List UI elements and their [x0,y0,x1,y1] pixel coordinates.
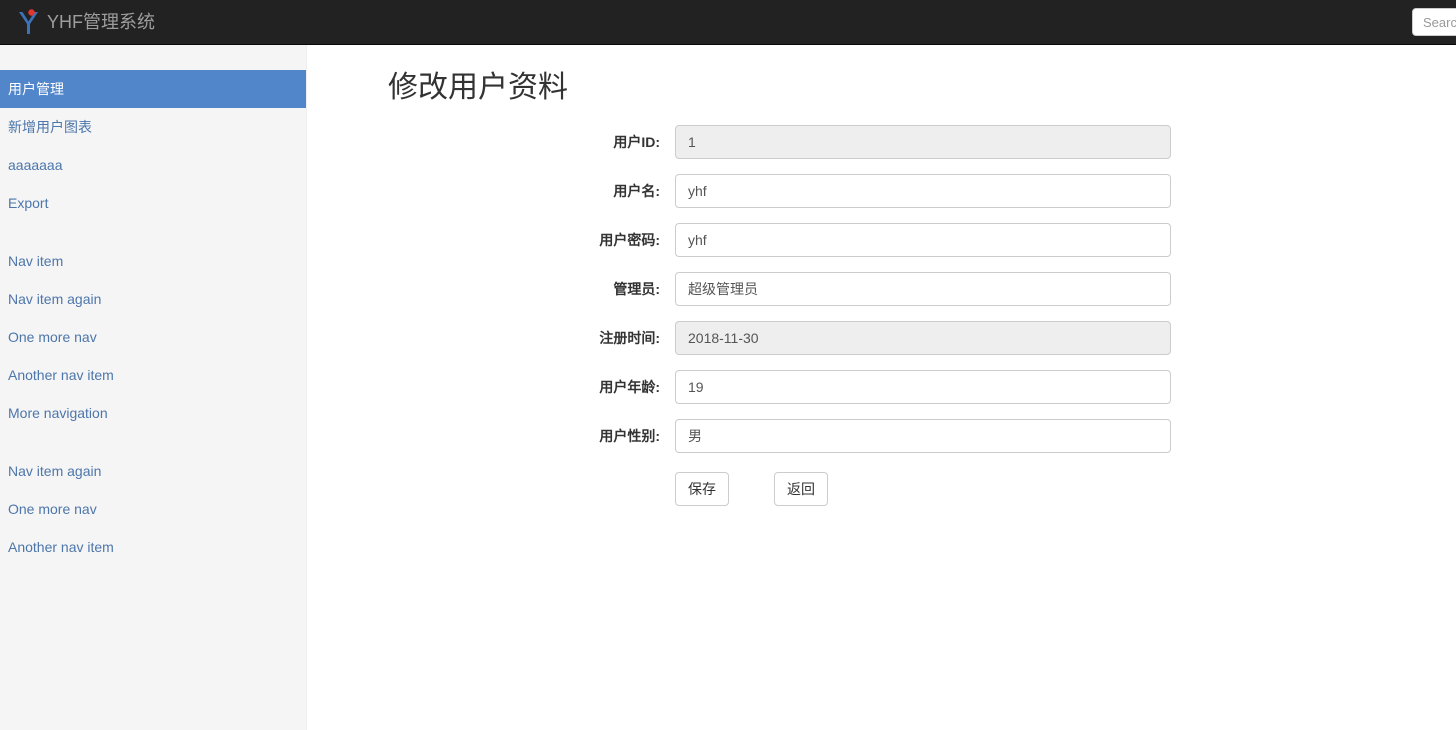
sidebar-item-more-navigation[interactable]: More navigation [0,394,306,432]
sidebar-link[interactable]: More navigation [0,394,306,432]
form-row-user-id: 用户ID: [307,125,1456,159]
input-register-time [675,321,1171,355]
save-button[interactable]: 保存 [675,472,729,506]
label-register-time: 注册时间: [599,330,660,346]
sidebar-item-new-user-chart[interactable]: 新增用户图表 [0,108,306,146]
sidebar-link[interactable]: Nav item [0,242,306,280]
brand-link[interactable]: YHF管理系统 [15,0,155,45]
main-content: 修改用户资料 用户ID: 用户名: 用户密码: 管理员: 注册时间: 用户年龄: [307,45,1456,730]
label-user-password: 用户密码: [599,232,660,248]
sidebar-link[interactable]: Nav item again [0,280,306,318]
page-title: 修改用户资料 [388,71,568,104]
back-button[interactable]: 返回 [774,472,828,506]
sidebar-item-nav-item-again-2[interactable]: Nav item again [0,452,306,490]
sidebar-link[interactable]: aaaaaaa [0,146,306,184]
form-row-user-gender: 用户性别: [307,419,1456,453]
input-user-password[interactable] [675,223,1171,257]
sidebar-item-another-nav-item-2[interactable]: Another nav item [0,528,306,566]
input-user-age[interactable] [675,370,1171,404]
form-actions: 保存 返回 [307,472,1456,506]
form-row-user-role: 管理员: [307,272,1456,306]
sidebar-link[interactable]: Another nav item [0,356,306,394]
y-logo-icon [15,7,41,37]
form-row-user-age: 用户年龄: [307,370,1456,404]
form-row-user-name: 用户名: [307,174,1456,208]
sidebar-link[interactable]: 用户管理 [0,70,306,108]
sidebar-item-one-more-nav[interactable]: One more nav [0,318,306,356]
sidebar-link[interactable]: Export [0,184,306,222]
label-user-age: 用户年龄: [599,379,660,395]
sidebar-item-user-management[interactable]: 用户管理 [0,70,306,108]
form-row-register-time: 注册时间: [307,321,1456,355]
input-user-role[interactable] [675,272,1171,306]
label-user-role: 管理员: [613,281,660,297]
sidebar-link[interactable]: Nav item again [0,452,306,490]
form-row-user-password: 用户密码: [307,223,1456,257]
search-input[interactable] [1412,8,1456,36]
sidebar: 用户管理 新增用户图表 aaaaaaa Export Nav item Nav … [0,45,307,730]
sidebar-item-export[interactable]: Export [0,184,306,222]
label-user-gender: 用户性别: [599,428,660,444]
edit-user-form: 用户ID: 用户名: 用户密码: 管理员: 注册时间: 用户年龄: 用户性别: [307,125,1456,506]
input-user-name[interactable] [675,174,1171,208]
sidebar-item-nav-item[interactable]: Nav item [0,242,306,280]
sidebar-item-another-nav-item[interactable]: Another nav item [0,356,306,394]
sidebar-link[interactable]: Another nav item [0,528,306,566]
input-user-gender[interactable] [675,419,1171,453]
top-navbar: YHF管理系统 [0,0,1456,45]
sidebar-link[interactable]: One more nav [0,490,306,528]
sidebar-link[interactable]: One more nav [0,318,306,356]
label-user-name: 用户名: [613,183,660,199]
input-user-id [675,125,1171,159]
sidebar-link[interactable]: 新增用户图表 [0,108,306,146]
sidebar-item-one-more-nav-2[interactable]: One more nav [0,490,306,528]
label-user-id: 用户ID: [613,134,660,150]
sidebar-item-aaaaaaa[interactable]: aaaaaaa [0,146,306,184]
sidebar-nav-list: 用户管理 新增用户图表 aaaaaaa Export Nav item Nav … [0,70,306,566]
brand-title: YHF管理系统 [47,12,155,32]
sidebar-item-nav-item-again[interactable]: Nav item again [0,280,306,318]
